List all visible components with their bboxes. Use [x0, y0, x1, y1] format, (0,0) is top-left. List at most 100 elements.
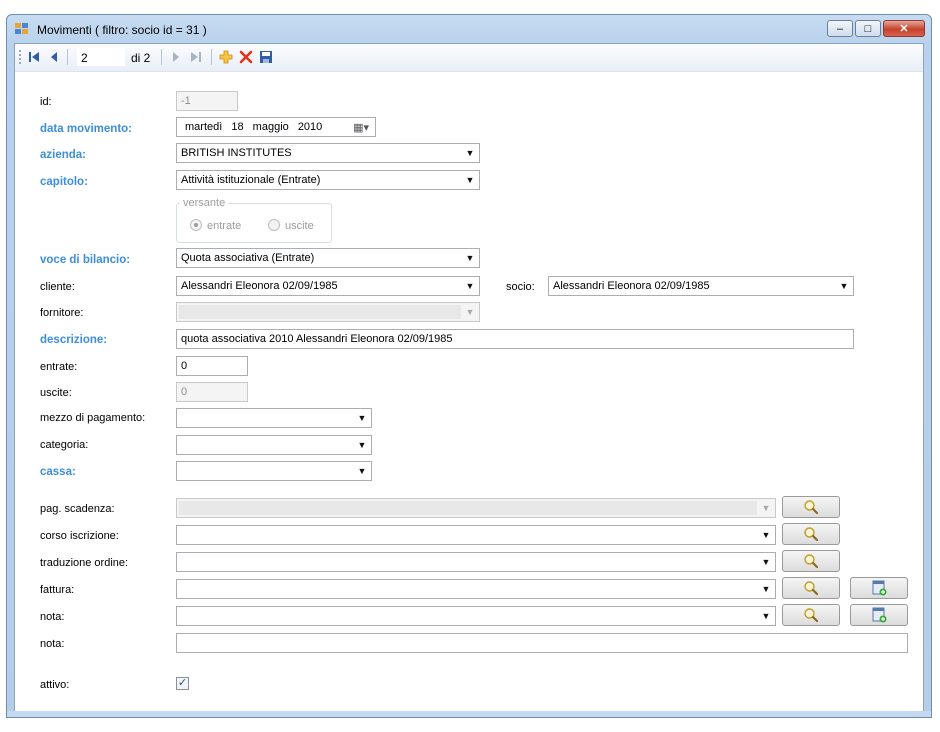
magnifier-icon	[804, 500, 819, 515]
fattura-combo[interactable]: ▼	[176, 579, 776, 599]
date-day-name: martedì	[185, 121, 223, 133]
close-icon: ✕	[899, 23, 909, 35]
pag-scadenza-disabled-area	[179, 501, 757, 515]
add-new-button[interactable]	[217, 48, 235, 67]
toolbar-separator	[161, 49, 162, 65]
data-movimento-label: data movimento:	[40, 123, 133, 135]
pag-scadenza-combo: ▼	[176, 498, 776, 518]
radio-entrate: entrate	[190, 219, 241, 232]
descrizione-label: descrizione:	[40, 334, 108, 346]
nota-new-button[interactable]	[850, 604, 908, 626]
traduzione-ordine-search-button[interactable]	[782, 550, 840, 572]
move-last-button[interactable]	[187, 48, 205, 67]
chevron-down-icon[interactable]: ▼	[356, 409, 368, 427]
add-icon	[219, 50, 233, 64]
move-previous-button[interactable]	[45, 48, 63, 67]
chevron-down-icon[interactable]: ▼	[464, 277, 476, 295]
voce-di-bilancio-label: voce di bilancio:	[40, 254, 131, 266]
move-next-icon	[173, 52, 179, 62]
fornitore-label: fornitore:	[40, 307, 84, 319]
new-record-icon	[872, 580, 887, 596]
radio-unselected-icon	[268, 219, 280, 231]
uscite-label: uscite:	[40, 387, 72, 399]
chevron-down-icon[interactable]: ▼	[464, 171, 476, 189]
socio-combo[interactable]: Alessandri Eleonora 02/09/1985 ▼	[548, 276, 854, 296]
id-label: id:	[40, 96, 52, 108]
entrate-label: entrate:	[40, 361, 78, 373]
categoria-label: categoria:	[40, 439, 89, 451]
radio-selected-icon	[190, 219, 202, 231]
capitolo-label: capitolo:	[40, 176, 88, 188]
chevron-down-icon[interactable]: ▼	[464, 144, 476, 162]
magnifier-icon	[804, 581, 819, 596]
new-record-icon	[872, 607, 887, 623]
binding-navigator: 2 di 2	[15, 44, 923, 72]
record-count: di 2	[131, 51, 151, 65]
magnifier-icon	[804, 554, 819, 569]
chevron-down-icon[interactable]: ▼	[760, 526, 772, 544]
move-first-icon	[29, 52, 39, 62]
cassa-combo[interactable]: ▼	[176, 461, 372, 481]
attivo-label: attivo:	[40, 679, 70, 691]
cliente-combo[interactable]: Alessandri Eleonora 02/09/1985 ▼	[176, 276, 480, 296]
chevron-down-icon[interactable]: ▼	[464, 249, 476, 267]
cliente-value: Alessandri Eleonora 02/09/1985	[181, 280, 338, 292]
fornitore-disabled-area	[179, 305, 461, 319]
pag-scadenza-search-button[interactable]	[782, 496, 840, 518]
toolbar-separator	[211, 49, 212, 65]
traduzione-ordine-combo[interactable]: ▼	[176, 552, 776, 572]
chevron-down-icon[interactable]: ▼	[356, 462, 368, 480]
corso-iscrizione-search-button[interactable]	[782, 523, 840, 545]
chevron-down-icon[interactable]: ▼	[760, 607, 772, 625]
pag-scadenza-label: pag. scadenza:	[40, 503, 115, 515]
position-input[interactable]: 2	[77, 48, 125, 66]
data-movimento-picker[interactable]: martedì 18 maggio 2010 ▦▾	[176, 117, 376, 137]
chevron-down-icon[interactable]: ▼	[838, 277, 850, 295]
radio-uscite-label: uscite	[285, 220, 314, 232]
calendar-dropdown-icon[interactable]: ▦▾	[353, 119, 369, 136]
socio-label: socio:	[506, 281, 535, 293]
radio-entrate-label: entrate	[207, 220, 242, 232]
nota-search-button[interactable]	[782, 604, 840, 626]
fattura-search-button[interactable]	[782, 577, 840, 599]
maximize-button[interactable]: □	[855, 20, 881, 37]
delete-icon	[239, 50, 253, 64]
close-button[interactable]: ✕	[883, 20, 925, 37]
voce-di-bilancio-combo[interactable]: Quota associativa (Entrate) ▼	[176, 248, 480, 268]
nota-combo[interactable]: ▼	[176, 606, 776, 626]
corso-iscrizione-label: corso iscrizione:	[40, 530, 119, 542]
move-next-button[interactable]	[167, 48, 185, 67]
mezzo-di-pagamento-combo[interactable]: ▼	[176, 408, 372, 428]
cassa-label: cassa:	[40, 466, 76, 478]
nota-combo-label: nota:	[40, 611, 65, 623]
title-bar[interactable]: Movimenti ( filtro: socio id = 31 ) – □ …	[7, 15, 931, 43]
chevron-down-icon[interactable]: ▼	[760, 553, 772, 571]
capitolo-combo[interactable]: Attività istituzionale (Entrate) ▼	[176, 170, 480, 190]
toolbar-grip[interactable]	[19, 50, 21, 64]
descrizione-field[interactable]: quota associativa 2010 Alessandri Eleono…	[176, 329, 854, 349]
move-previous-icon	[51, 52, 57, 62]
form-app-icon	[15, 23, 28, 34]
maximize-icon: □	[864, 23, 872, 35]
chevron-down-icon: ▼	[761, 503, 771, 513]
categoria-combo[interactable]: ▼	[176, 435, 372, 455]
move-first-button[interactable]	[25, 48, 43, 67]
delete-button[interactable]	[237, 48, 255, 67]
cliente-label: cliente:	[40, 281, 75, 293]
date-year: 2010	[297, 121, 323, 133]
azienda-combo[interactable]: BRITISH INSTITUTES ▼	[176, 143, 480, 163]
fattura-new-button[interactable]	[850, 577, 908, 599]
move-last-icon	[191, 52, 201, 62]
magnifier-icon	[804, 608, 819, 623]
save-button[interactable]	[257, 48, 275, 67]
nota-text-field[interactable]	[176, 633, 908, 653]
corso-iscrizione-combo[interactable]: ▼	[176, 525, 776, 545]
socio-value: Alessandri Eleonora 02/09/1985	[553, 280, 710, 292]
chevron-down-icon[interactable]: ▼	[356, 436, 368, 454]
minimize-button[interactable]: –	[827, 20, 853, 37]
chevron-down-icon[interactable]: ▼	[760, 580, 772, 598]
attivo-checkbox[interactable]: ✓	[176, 677, 189, 690]
uscite-field: 0	[176, 382, 248, 402]
entrate-field[interactable]: 0	[176, 356, 248, 376]
traduzione-ordine-label: traduzione ordine:	[40, 557, 129, 569]
